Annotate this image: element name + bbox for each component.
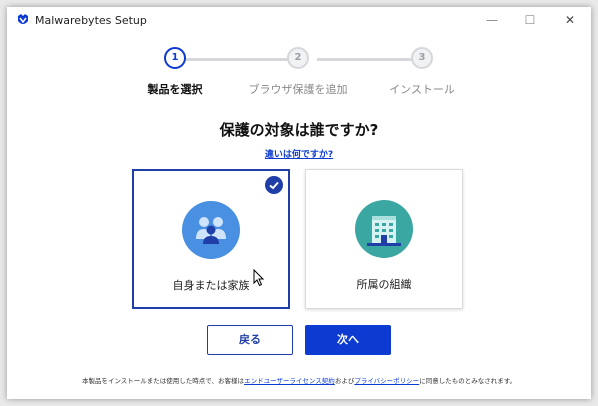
step-2-label: ブラウザ保護を追加	[248, 83, 348, 96]
malwarebytes-logo-icon	[18, 14, 28, 24]
step-connector	[184, 58, 297, 61]
maximize-button[interactable]: ☐	[511, 7, 549, 33]
next-button[interactable]: 次へ	[305, 325, 391, 355]
footer-text: および	[334, 377, 355, 385]
eula-link[interactable]: エンドユーザーライセンス契約	[244, 377, 335, 385]
step-connector	[317, 58, 421, 61]
mouse-cursor-icon	[253, 269, 265, 287]
step-3-circle: 3	[411, 47, 433, 69]
back-button[interactable]: 戻る	[207, 325, 293, 355]
step-1-label: 製品を選択	[147, 83, 203, 96]
progress-stepper: 1 2 3 製品を選択 ブラウザ保護を追加 インストール	[7, 45, 591, 105]
option-label-organization: 所属の組織	[356, 278, 412, 291]
footer-text: 本製品をインストールまたは使用した時点で、お客様は	[81, 377, 245, 385]
page-heading: 保護の対象は誰ですか?	[219, 121, 379, 139]
step-2-circle: 2	[287, 47, 309, 69]
difference-link[interactable]: 違いは何ですか?	[7, 147, 591, 160]
privacy-policy-link[interactable]: プライバシーポリシー	[354, 377, 419, 385]
step-1-circle: 1	[164, 47, 186, 69]
footer-text: に同意したものとみなされます。	[419, 377, 517, 385]
setup-window: Malwarebytes Setup — ☐ ✕ 1 2 3 製品を選択 ブラウ…	[7, 7, 591, 399]
legal-footer: 本製品をインストールまたは使用した時点で、お客様はエンドユーザーライセンス契約お…	[7, 375, 591, 385]
step-3-label: インストール	[389, 83, 455, 96]
close-button[interactable]: ✕	[551, 7, 589, 33]
title-bar: Malwarebytes Setup — ☐ ✕	[7, 7, 591, 33]
checkmark-icon	[265, 176, 283, 194]
window-title: Malwarebytes Setup	[35, 14, 147, 27]
building-icon	[355, 200, 413, 258]
option-card-organization[interactable]: 所属の組織	[305, 169, 463, 309]
minimize-button[interactable]: —	[473, 7, 511, 33]
family-icon	[182, 201, 240, 259]
option-card-personal[interactable]: 自身または家族	[132, 169, 290, 309]
